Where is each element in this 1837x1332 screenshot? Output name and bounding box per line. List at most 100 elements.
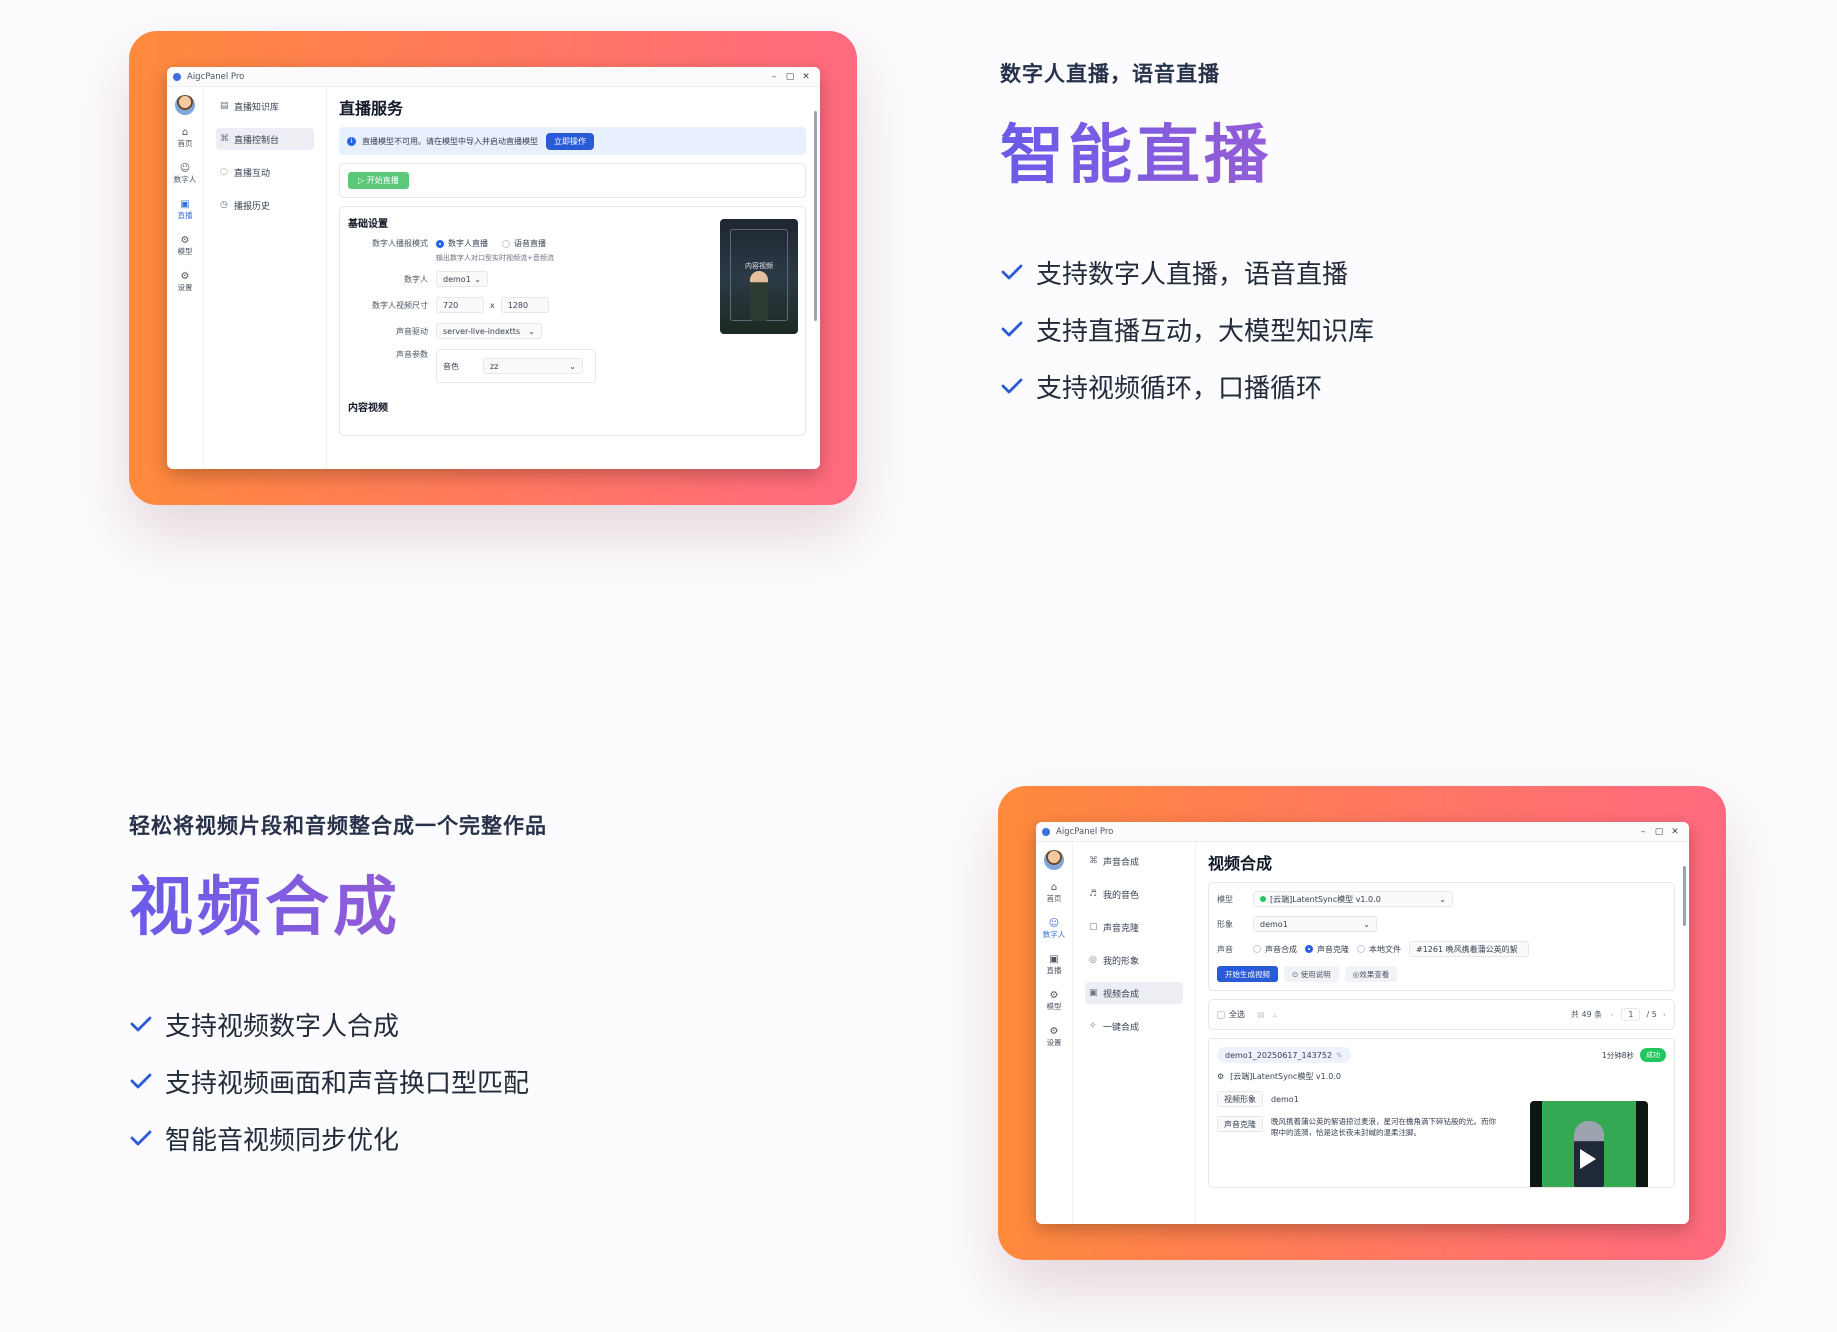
current-page[interactable]: 1	[1621, 1008, 1641, 1021]
video-thumbnail[interactable]	[1530, 1101, 1648, 1187]
radio-voice-synth[interactable]: 声音合成	[1253, 944, 1297, 955]
width-input[interactable]: 720	[436, 297, 484, 313]
generate-card: 模型 [云端]LatentSync模型 v1.0.0 ⌄ 形象 demo1 ⌄ 声音…	[1208, 882, 1675, 991]
voice-driver-select[interactable]: server-live-indextts ⌄	[436, 323, 542, 339]
subnav-item-history[interactable]: ◷ 播报历史	[216, 194, 314, 216]
rail-item-live[interactable]: ▣ 直播	[1047, 954, 1062, 976]
chevron-down-icon: ⌄	[1439, 894, 1446, 904]
maximize-icon[interactable]: ▢	[1651, 827, 1667, 837]
subnav-item-knowledge[interactable]: ▤ 直播知识库	[216, 95, 314, 117]
close-icon[interactable]: ✕	[1667, 827, 1683, 837]
video-text-block: 轻松将视频片段和音频整合成一个完整作品 视频合成 支持视频数字人合成 支持视频画…	[129, 810, 547, 1171]
subnav-item-my-voice[interactable]: ♬ 我的音色	[1085, 883, 1183, 905]
radio-voice-live[interactable]: 语音直播	[502, 238, 546, 249]
help-button[interactable]: ⊙ 使用说明	[1284, 966, 1339, 982]
voice-record-select[interactable]: #1261 晚风携着蒲公英的絮	[1409, 941, 1529, 957]
avatar-select[interactable]: demo1 ⌄	[436, 271, 488, 287]
operate-now-button[interactable]: 立即操作	[546, 132, 594, 150]
select-all-checkbox[interactable]: 全选 ▤ ▵	[1217, 1009, 1277, 1020]
history-icon: ◷	[220, 200, 228, 210]
check-icon	[1001, 264, 1023, 280]
rail-item-digital-human[interactable]: ☺ 数字人	[1043, 918, 1066, 940]
download-icon[interactable]: ▵	[1273, 1010, 1277, 1019]
rail-item-model[interactable]: ⚙ 模型	[178, 235, 193, 257]
check-icon	[130, 1073, 152, 1089]
rail-item-digital-human[interactable]: ☺ 数字人	[174, 163, 197, 185]
subnav-item-interaction[interactable]: ◌ 直播互动	[216, 161, 314, 183]
radio-label: 数字人直播	[448, 239, 488, 248]
rail-item-settings[interactable]: ⚙ 设置	[178, 271, 193, 293]
radio-digital-live[interactable]: 数字人直播	[436, 238, 488, 249]
icon-rail: ⌂ 首页 ☺ 数字人 ▣ 直播 ⚙ 模型 ⚙ 设置	[167, 87, 204, 469]
rail-label: 模型	[1046, 1002, 1062, 1011]
delete-icon[interactable]: ▤	[1257, 1010, 1265, 1019]
radio-voice-clone[interactable]: 声音克隆	[1305, 944, 1349, 955]
scrollbar[interactable]	[814, 111, 817, 321]
subnav-item-voice-clone[interactable]: ▢ 声音克隆	[1085, 916, 1183, 938]
subnav-item-video-synth[interactable]: ▣ 视频合成	[1085, 982, 1183, 1004]
voice-clone-icon: ▢	[1089, 922, 1098, 932]
minimize-icon[interactable]: –	[1635, 827, 1651, 837]
subnav-label: 我的形象	[1103, 956, 1140, 967]
rail-item-home[interactable]: ⌂ 首页	[178, 127, 193, 149]
record-model-row: ⚙ [云端]LatentSync模型 v1.0.0	[1217, 1071, 1666, 1082]
timbre-select[interactable]: zz ⌄	[483, 358, 583, 374]
avatar-select[interactable]: demo1 ⌄	[1253, 916, 1377, 932]
rail-item-model[interactable]: ⚙ 模型	[1047, 990, 1062, 1012]
scrollbar[interactable]	[1683, 866, 1686, 926]
start-live-button[interactable]: ▷ 开始直播	[348, 172, 409, 189]
live-icon: ▣	[180, 199, 190, 210]
subnav-item-console[interactable]: ⌘ 直播控制台	[216, 128, 314, 150]
check-icon	[1001, 378, 1023, 394]
rail-item-live[interactable]: ▣ 直播	[178, 199, 193, 221]
section-eyebrow: 数字人直播，语音直播	[1000, 62, 1220, 86]
subnav-label: 我的音色	[1103, 890, 1140, 901]
next-page-icon[interactable]: ›	[1663, 1010, 1666, 1019]
live-text-block: 数字人直播，语音直播 智能直播 支持数字人直播，语音直播 支持直播互动，大模型知…	[1000, 58, 1374, 419]
radio-dot	[502, 239, 510, 248]
play-icon[interactable]	[1580, 1149, 1596, 1169]
feature-text: 支持视频循环，口播循环	[1036, 373, 1323, 404]
rail-item-settings[interactable]: ⚙ 设置	[1047, 1026, 1062, 1048]
minimize-icon[interactable]: –	[766, 72, 782, 82]
smart-live-section: AigcPanel Pro – ▢ ✕ ⌂ 首页 ☺ 数字人 ▣ 直播 ⚙ 模型 ⚙ 设置…	[0, 0, 1837, 620]
timbre-label: 音色	[443, 361, 459, 371]
video-preview[interactable]: 内容视频	[720, 219, 798, 334]
close-icon[interactable]: ✕	[798, 72, 814, 82]
record-name-tag[interactable]: demo1_20250617_143752 ✎	[1217, 1047, 1351, 1063]
radio-label: 本地文件	[1369, 944, 1401, 954]
subnav-item-voice-synth[interactable]: ⌘ 声音合成	[1085, 850, 1183, 872]
edit-icon[interactable]: ✎	[1336, 1051, 1343, 1060]
digital-human-icon: ☺	[179, 163, 191, 174]
model-label: 模型	[1217, 894, 1233, 904]
prev-page-icon[interactable]: ‹	[1610, 1010, 1613, 1019]
avatar[interactable]	[1044, 850, 1064, 870]
record-meta: 1分钟8秒 成功	[1602, 1048, 1666, 1062]
record-header: demo1_20250617_143752 ✎ 1分钟8秒 成功	[1217, 1047, 1666, 1063]
radio-local-file[interactable]: 本地文件	[1357, 944, 1401, 955]
model-select[interactable]: [云端]LatentSync模型 v1.0.0 ⌄	[1253, 891, 1453, 907]
voice-label: 声音	[1217, 944, 1233, 954]
check-icon	[1001, 321, 1023, 337]
maximize-icon[interactable]: ▢	[782, 72, 798, 82]
model-icon: ⚙	[180, 235, 190, 246]
page-title: 视频合成	[1208, 854, 1273, 873]
video-synth-icon: ▣	[1089, 988, 1098, 998]
feature-item: 支持数字人直播，语音直播	[1000, 248, 1374, 296]
model-icon: ⚙	[1217, 1072, 1225, 1081]
avatar[interactable]	[175, 95, 195, 115]
feature-item: 支持视频画面和声音换口型匹配	[129, 1057, 547, 1105]
subnav-item-one-click[interactable]: ✧ 一键合成	[1085, 1015, 1183, 1037]
rail-label: 数字人	[173, 175, 197, 184]
page-total: / 5	[1646, 1010, 1657, 1019]
height-input[interactable]: 1280	[500, 297, 549, 313]
mode-label: 数字人播报模式	[372, 239, 428, 248]
subnav-item-my-avatar[interactable]: ◎ 我的形象	[1085, 949, 1183, 971]
generate-video-button[interactable]: 开始生成视频	[1217, 966, 1278, 982]
radio-label: 语音直播	[514, 239, 546, 248]
rail-item-home[interactable]: ⌂ 首页	[1047, 882, 1062, 904]
radio-dot	[1305, 945, 1313, 953]
chevron-down-icon: ⌄	[474, 274, 481, 284]
radio-dot	[436, 239, 444, 248]
effect-view-button[interactable]: ◎效果查看	[1344, 966, 1398, 982]
